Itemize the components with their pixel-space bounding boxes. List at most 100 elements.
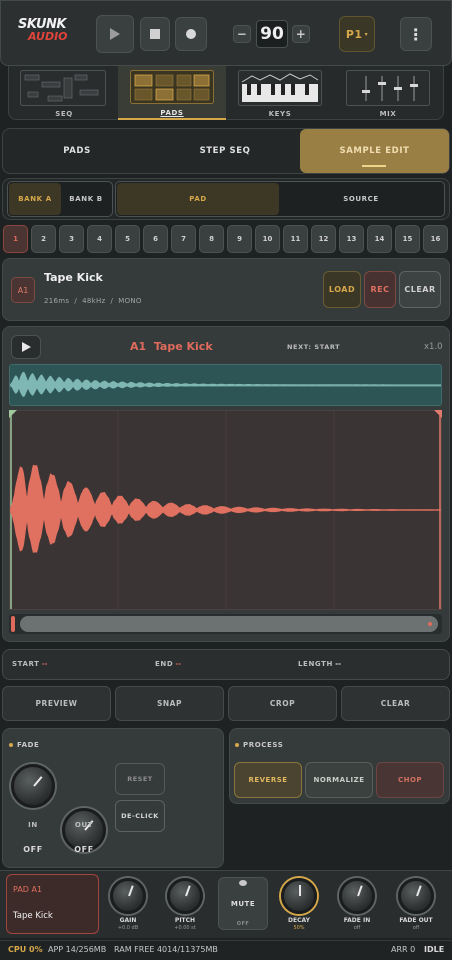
mode-tab-step-seq[interactable]: STEP SEQ bbox=[152, 130, 298, 172]
pad-number-button[interactable]: 2 bbox=[31, 225, 56, 253]
crop-button[interactable]: CROP bbox=[228, 686, 337, 721]
pad-number-button[interactable]: 10 bbox=[255, 225, 280, 253]
knob-value: +0.0 dB bbox=[117, 925, 139, 931]
play-button[interactable] bbox=[96, 15, 134, 53]
pad-target-tab[interactable]: PAD bbox=[117, 183, 279, 215]
pad-param-knob-fade-in[interactable]: FADE IN off bbox=[337, 876, 377, 936]
fade-title: FADE bbox=[17, 741, 40, 749]
fade-in-value: OFF bbox=[23, 845, 43, 854]
fade-reset-button[interactable]: RESET bbox=[115, 763, 165, 795]
pad-number-button[interactable]: 14 bbox=[367, 225, 392, 253]
record-button[interactable] bbox=[175, 17, 207, 51]
view-tab-seq[interactable]: SEQ bbox=[10, 66, 118, 120]
pad-number-strip: 1 2 3 4 5 6 7 8 9 10 11 12 13 14 15 16 bbox=[0, 224, 452, 254]
sample-info: 216ms / 48kHz / MONO bbox=[44, 297, 142, 305]
ram-status: RAM FREE 4014/11375MB bbox=[114, 945, 218, 954]
view-tab-pads[interactable]: PADS bbox=[118, 66, 226, 120]
length-readout: LENGTH -- bbox=[298, 660, 341, 668]
knob-value: off bbox=[353, 925, 361, 931]
arr-status: ARR 0 bbox=[391, 945, 416, 954]
pad-number-button[interactable]: 1 bbox=[3, 225, 28, 253]
pad-number-button[interactable]: 7 bbox=[171, 225, 196, 253]
source-target-tab[interactable]: SOURCE bbox=[279, 183, 443, 215]
knob-value: +0.00 st bbox=[174, 925, 196, 931]
pad-number-button[interactable]: 6 bbox=[143, 225, 168, 253]
play-icon bbox=[21, 342, 31, 352]
view-tab-label: MIX bbox=[379, 110, 397, 118]
pads-thumbnail-icon bbox=[130, 70, 214, 104]
normalize-button[interactable]: NORMALIZE bbox=[305, 762, 373, 798]
de-click-button[interactable]: DE-CLICK bbox=[115, 800, 165, 832]
pad-param-knob-gain[interactable]: GAIN +0.0 dB bbox=[108, 876, 148, 936]
scroll-end-dot bbox=[428, 622, 432, 626]
fade-in-knob[interactable] bbox=[11, 764, 55, 808]
preview-button[interactable]: PREVIEW bbox=[2, 686, 111, 721]
knob-label: DECAY bbox=[288, 917, 310, 924]
clear-sample-button[interactable]: CLEAR bbox=[399, 271, 441, 308]
seq-thumbnail-icon bbox=[20, 70, 106, 106]
selected-pad-card[interactable]: PAD A1 Tape Kick bbox=[6, 874, 99, 934]
pad-number-button[interactable]: 16 bbox=[423, 225, 448, 253]
end-marker-handle[interactable] bbox=[432, 410, 442, 420]
tempo-display[interactable]: 90 bbox=[256, 20, 288, 48]
knob-label: PITCH bbox=[174, 917, 196, 924]
pad-param-knob-fade-out[interactable]: FADE OUT off bbox=[396, 876, 436, 936]
knob-value: off bbox=[412, 925, 420, 931]
main-waveform[interactable] bbox=[9, 410, 442, 610]
mode-tab-sample-edit[interactable]: SAMPLE EDIT bbox=[300, 129, 449, 173]
mute-button[interactable]: MUTE OFF bbox=[218, 877, 268, 930]
view-tab-mix[interactable]: MIX bbox=[334, 66, 442, 120]
knob-indicator bbox=[299, 885, 301, 896]
preset-value: P1 bbox=[345, 27, 363, 41]
pad-number-button[interactable]: 8 bbox=[199, 225, 224, 253]
fade-in-label: IN bbox=[28, 821, 38, 829]
logo-line-2: AUDIO bbox=[28, 30, 68, 43]
pad-number-button[interactable]: 4 bbox=[87, 225, 112, 253]
mode-tab-label: SAMPLE EDIT bbox=[339, 146, 410, 156]
marker-values-row bbox=[2, 649, 450, 680]
knob-body bbox=[398, 878, 434, 914]
clear-markers-button[interactable]: CLEAR bbox=[341, 686, 450, 721]
start-marker-handle[interactable] bbox=[9, 410, 19, 420]
pad-number-button[interactable]: 11 bbox=[283, 225, 308, 253]
skunk-audio-logo: SKUNK AUDIO bbox=[18, 18, 76, 48]
preset-select[interactable]: P1 ▾ bbox=[339, 16, 375, 52]
bank-b-tab[interactable]: BANK B bbox=[61, 183, 111, 215]
chop-button[interactable]: CHOP bbox=[376, 762, 444, 798]
reverse-button[interactable]: REVERSE bbox=[234, 762, 302, 798]
selected-pad-name: Tape Kick bbox=[13, 911, 53, 921]
pad-id-badge: A1 bbox=[11, 277, 35, 303]
mix-thumbnail-icon bbox=[346, 70, 430, 106]
overview-waveform[interactable] bbox=[9, 364, 442, 406]
pad-param-knob-decay[interactable]: DECAY 50% bbox=[279, 876, 319, 936]
pad-param-knob-pitch[interactable]: PITCH +0.00 st bbox=[165, 876, 205, 936]
pad-number-button[interactable]: 3 bbox=[59, 225, 84, 253]
menu-button[interactable]: ⋮ bbox=[400, 17, 432, 51]
mode-tab-pads[interactable]: PADS bbox=[4, 130, 150, 172]
pad-number-button[interactable]: 13 bbox=[339, 225, 364, 253]
knob-indicator bbox=[416, 885, 422, 897]
keys-thumbnail-icon bbox=[238, 70, 322, 106]
view-tab-label: SEQ bbox=[55, 110, 73, 118]
record-dot-icon bbox=[186, 29, 196, 39]
snap-button[interactable]: SNAP bbox=[115, 686, 224, 721]
end-readout: END -- bbox=[155, 660, 181, 668]
view-tab-keys[interactable]: KEYS bbox=[226, 66, 334, 120]
pad-number-button[interactable]: 9 bbox=[227, 225, 252, 253]
tempo-increase-button[interactable]: + bbox=[292, 25, 310, 43]
process-indicator-dot bbox=[235, 743, 239, 747]
pad-number-button[interactable]: 12 bbox=[311, 225, 336, 253]
scroll-thumb[interactable] bbox=[20, 616, 438, 632]
editor-play-button[interactable] bbox=[11, 335, 41, 359]
waveform-scrollbar[interactable] bbox=[9, 614, 442, 634]
pad-number-button[interactable]: 5 bbox=[115, 225, 140, 253]
knob-body bbox=[110, 878, 146, 914]
pad-number-button[interactable]: 15 bbox=[395, 225, 420, 253]
load-button[interactable]: LOAD bbox=[323, 271, 361, 308]
editor-title-name: Tape Kick bbox=[153, 340, 213, 353]
stop-button[interactable] bbox=[140, 17, 170, 51]
tempo-decrease-button[interactable]: − bbox=[233, 25, 251, 43]
end-label: END bbox=[155, 660, 174, 668]
bank-a-tab[interactable]: BANK A bbox=[9, 183, 61, 215]
rec-button[interactable]: REC bbox=[364, 271, 396, 308]
